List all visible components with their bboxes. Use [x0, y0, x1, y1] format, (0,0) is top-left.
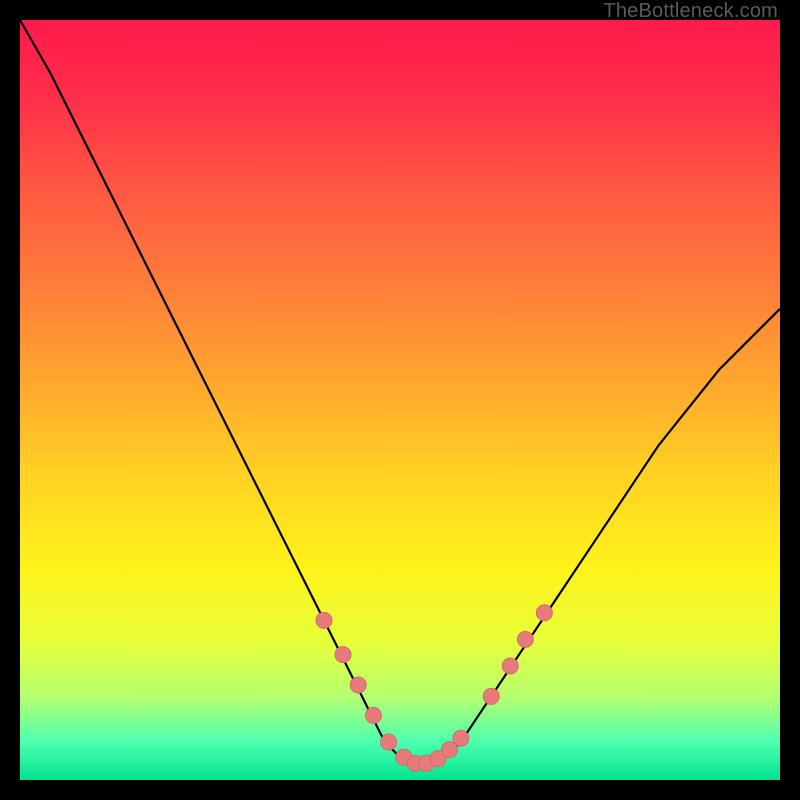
marker-dot: [517, 631, 533, 647]
marker-dot: [536, 605, 552, 621]
marker-dot: [502, 658, 518, 674]
marker-dot: [316, 612, 332, 628]
bottleneck-curve-line: [20, 20, 780, 765]
marker-group: [316, 605, 552, 772]
marker-dot: [483, 688, 499, 704]
marker-dot: [453, 730, 469, 746]
chart-frame: [20, 20, 780, 780]
marker-dot: [381, 734, 397, 750]
marker-dot: [350, 677, 366, 693]
marker-dot: [335, 647, 351, 663]
chart-svg: [20, 20, 780, 780]
marker-dot: [365, 707, 381, 723]
